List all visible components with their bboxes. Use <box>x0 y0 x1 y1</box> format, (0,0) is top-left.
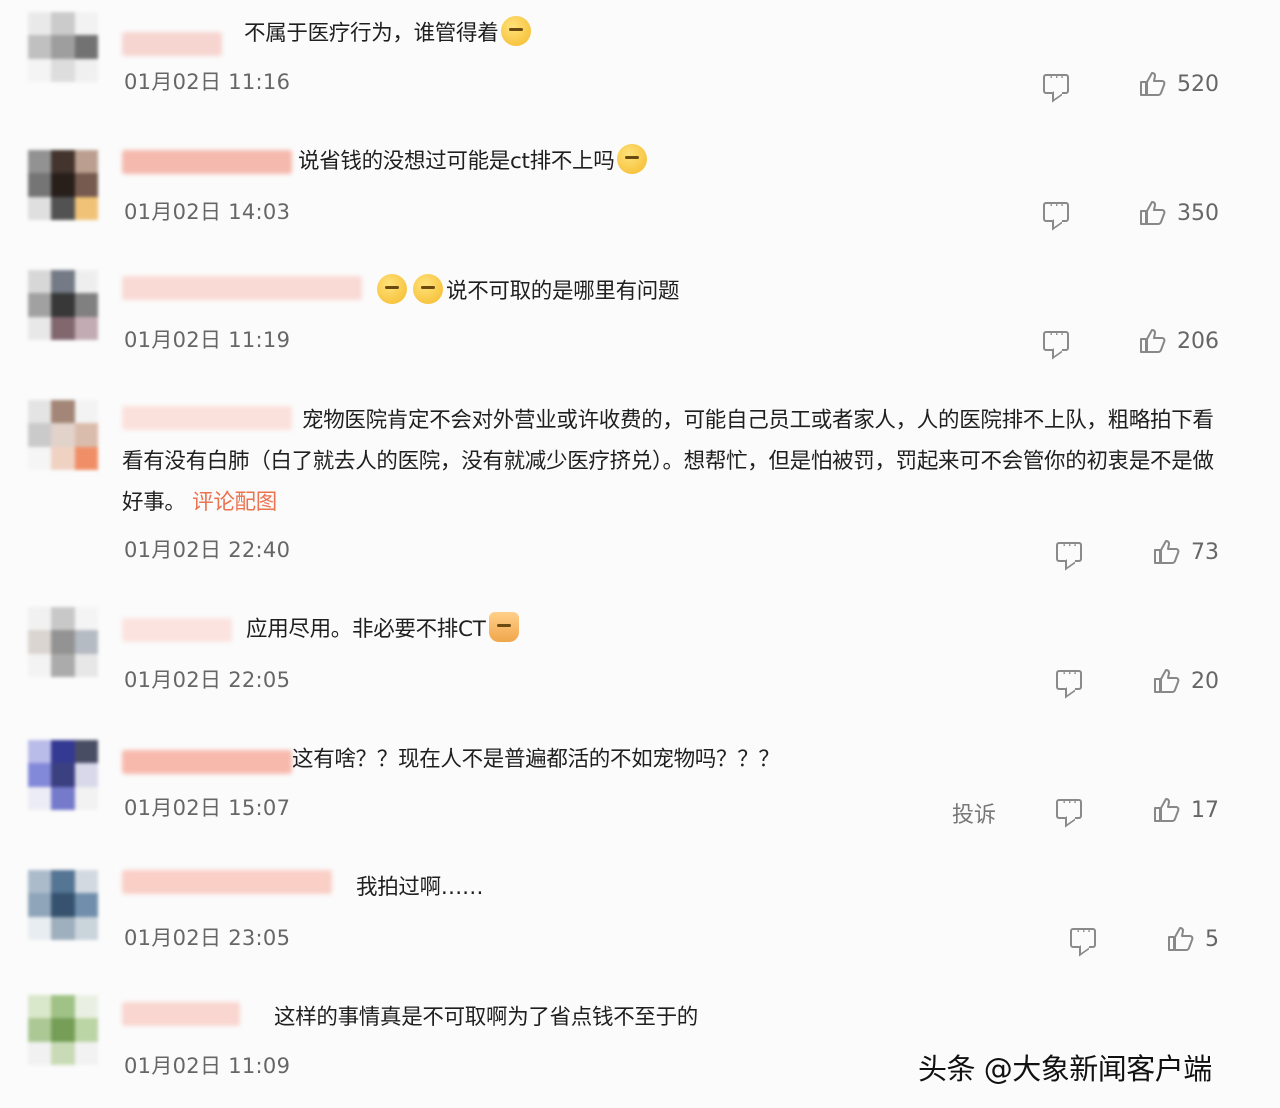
avatar[interactable] <box>28 150 98 220</box>
comment-text: 说不可取的是哪里有问题 <box>374 272 680 312</box>
comment-icon[interactable] <box>1070 924 1096 948</box>
avatar[interactable] <box>28 12 98 82</box>
avatar[interactable] <box>28 995 98 1065</box>
comment-time: 01月02日 14:03 <box>124 200 291 224</box>
watermark: 头条 @大象新闻客户端 <box>918 1052 1212 1086</box>
comment-time: 01月02日 22:40 <box>124 538 291 562</box>
speechless-emoji-icon <box>413 274 443 304</box>
like-button[interactable]: 520 <box>1139 71 1219 97</box>
speechless-emoji-icon <box>377 274 407 304</box>
username[interactable] <box>122 1002 240 1026</box>
username[interactable] <box>122 32 222 56</box>
like-button[interactable]: 73 <box>1153 539 1219 565</box>
comment-text-content: 说省钱的没想过可能是ct排不上吗 <box>298 149 615 174</box>
thumbs-up-icon <box>1140 72 1166 96</box>
comment-icon[interactable] <box>1043 198 1069 222</box>
avatar[interactable] <box>28 270 98 340</box>
comment-text: 宠物医院肯定不会对外营业或许收费的，可能自己员工或者家人，人的医院排不上队，粗略… <box>122 400 1232 523</box>
thumbs-up-icon <box>1140 329 1166 353</box>
comment-text-content: 不属于医疗行为，谁管得着 <box>244 21 499 46</box>
comment-text: 这样的事情真是不可取啊为了省点钱不至于的 <box>274 998 698 1038</box>
comment-time: 01月02日 22:05 <box>124 668 291 692</box>
username[interactable] <box>122 618 232 642</box>
thumbs-up-emoji-icon <box>488 612 519 642</box>
comment-picture-link[interactable]: 评论配图 <box>192 490 277 515</box>
comment-icon[interactable] <box>1043 327 1069 351</box>
comment-time: 01月02日 11:19 <box>124 328 291 352</box>
comment-time: 01月02日 15:07 <box>124 796 291 820</box>
avatar[interactable] <box>28 740 98 810</box>
comment-text: 应用尽用。非必要不排CT <box>246 610 522 650</box>
comment-text: 说省钱的没想过可能是ct排不上吗 <box>298 142 650 182</box>
comment-text-content: 说不可取的是哪里有问题 <box>446 279 680 304</box>
avatar[interactable] <box>28 400 98 470</box>
like-count: 20 <box>1191 668 1219 694</box>
like-button[interactable]: 17 <box>1153 797 1219 823</box>
laughing-emoji-icon <box>617 144 648 174</box>
thumbs-up-icon <box>1154 669 1180 693</box>
report-button[interactable]: 投诉 <box>952 797 996 829</box>
like-count: 206 <box>1177 328 1219 354</box>
username[interactable] <box>122 870 332 894</box>
thumbs-up-icon <box>1140 201 1166 225</box>
comment-time: 01月02日 11:09 <box>124 1054 291 1078</box>
like-count: 350 <box>1177 200 1219 226</box>
avatar[interactable] <box>28 870 98 940</box>
like-count: 520 <box>1177 71 1219 97</box>
like-button[interactable]: 350 <box>1139 200 1219 226</box>
comment-icon[interactable] <box>1043 70 1069 94</box>
comment-icon[interactable] <box>1056 538 1082 562</box>
like-count: 5 <box>1205 926 1219 952</box>
comment-text-content: 这样的事情真是不可取啊为了省点钱不至于的 <box>274 1005 699 1030</box>
avatar[interactable] <box>28 607 98 677</box>
thumbs-up-icon <box>1168 927 1194 951</box>
comment-time: 01月02日 11:16 <box>124 70 291 94</box>
comment-text: 这有啥？？现在人不是普遍都活的不如宠物吗？？？ <box>292 740 780 780</box>
comment-icon[interactable] <box>1056 666 1082 690</box>
like-count: 17 <box>1191 797 1219 823</box>
like-button[interactable]: 20 <box>1153 668 1219 694</box>
comment-text-content: 宠物医院肯定不会对外营业或许收费的，可能自己员工或者家人，人的医院排不上队，粗略… <box>122 408 1214 515</box>
thumbs-up-icon <box>1154 540 1180 564</box>
comment-text: 不属于医疗行为，谁管得着 <box>244 14 534 54</box>
like-count: 73 <box>1191 539 1219 565</box>
like-button[interactable]: 206 <box>1139 328 1219 354</box>
like-button[interactable]: 5 <box>1167 926 1219 952</box>
comment-text-content: 应用尽用。非必要不排CT <box>246 617 486 642</box>
comment-text-content: 这有啥？？现在人不是普遍都活的不如宠物吗？？？ <box>292 747 780 772</box>
thumbs-up-icon <box>1154 798 1180 822</box>
comment-icon[interactable] <box>1056 795 1082 819</box>
username[interactable] <box>122 150 292 174</box>
username[interactable] <box>122 750 292 774</box>
comment-time: 01月02日 23:05 <box>124 926 291 950</box>
username[interactable] <box>122 276 362 300</box>
dog-emoji-icon <box>501 16 532 46</box>
comment-text: 我拍过啊…… <box>356 868 484 908</box>
comment-text-content: 我拍过啊…… <box>356 875 484 900</box>
